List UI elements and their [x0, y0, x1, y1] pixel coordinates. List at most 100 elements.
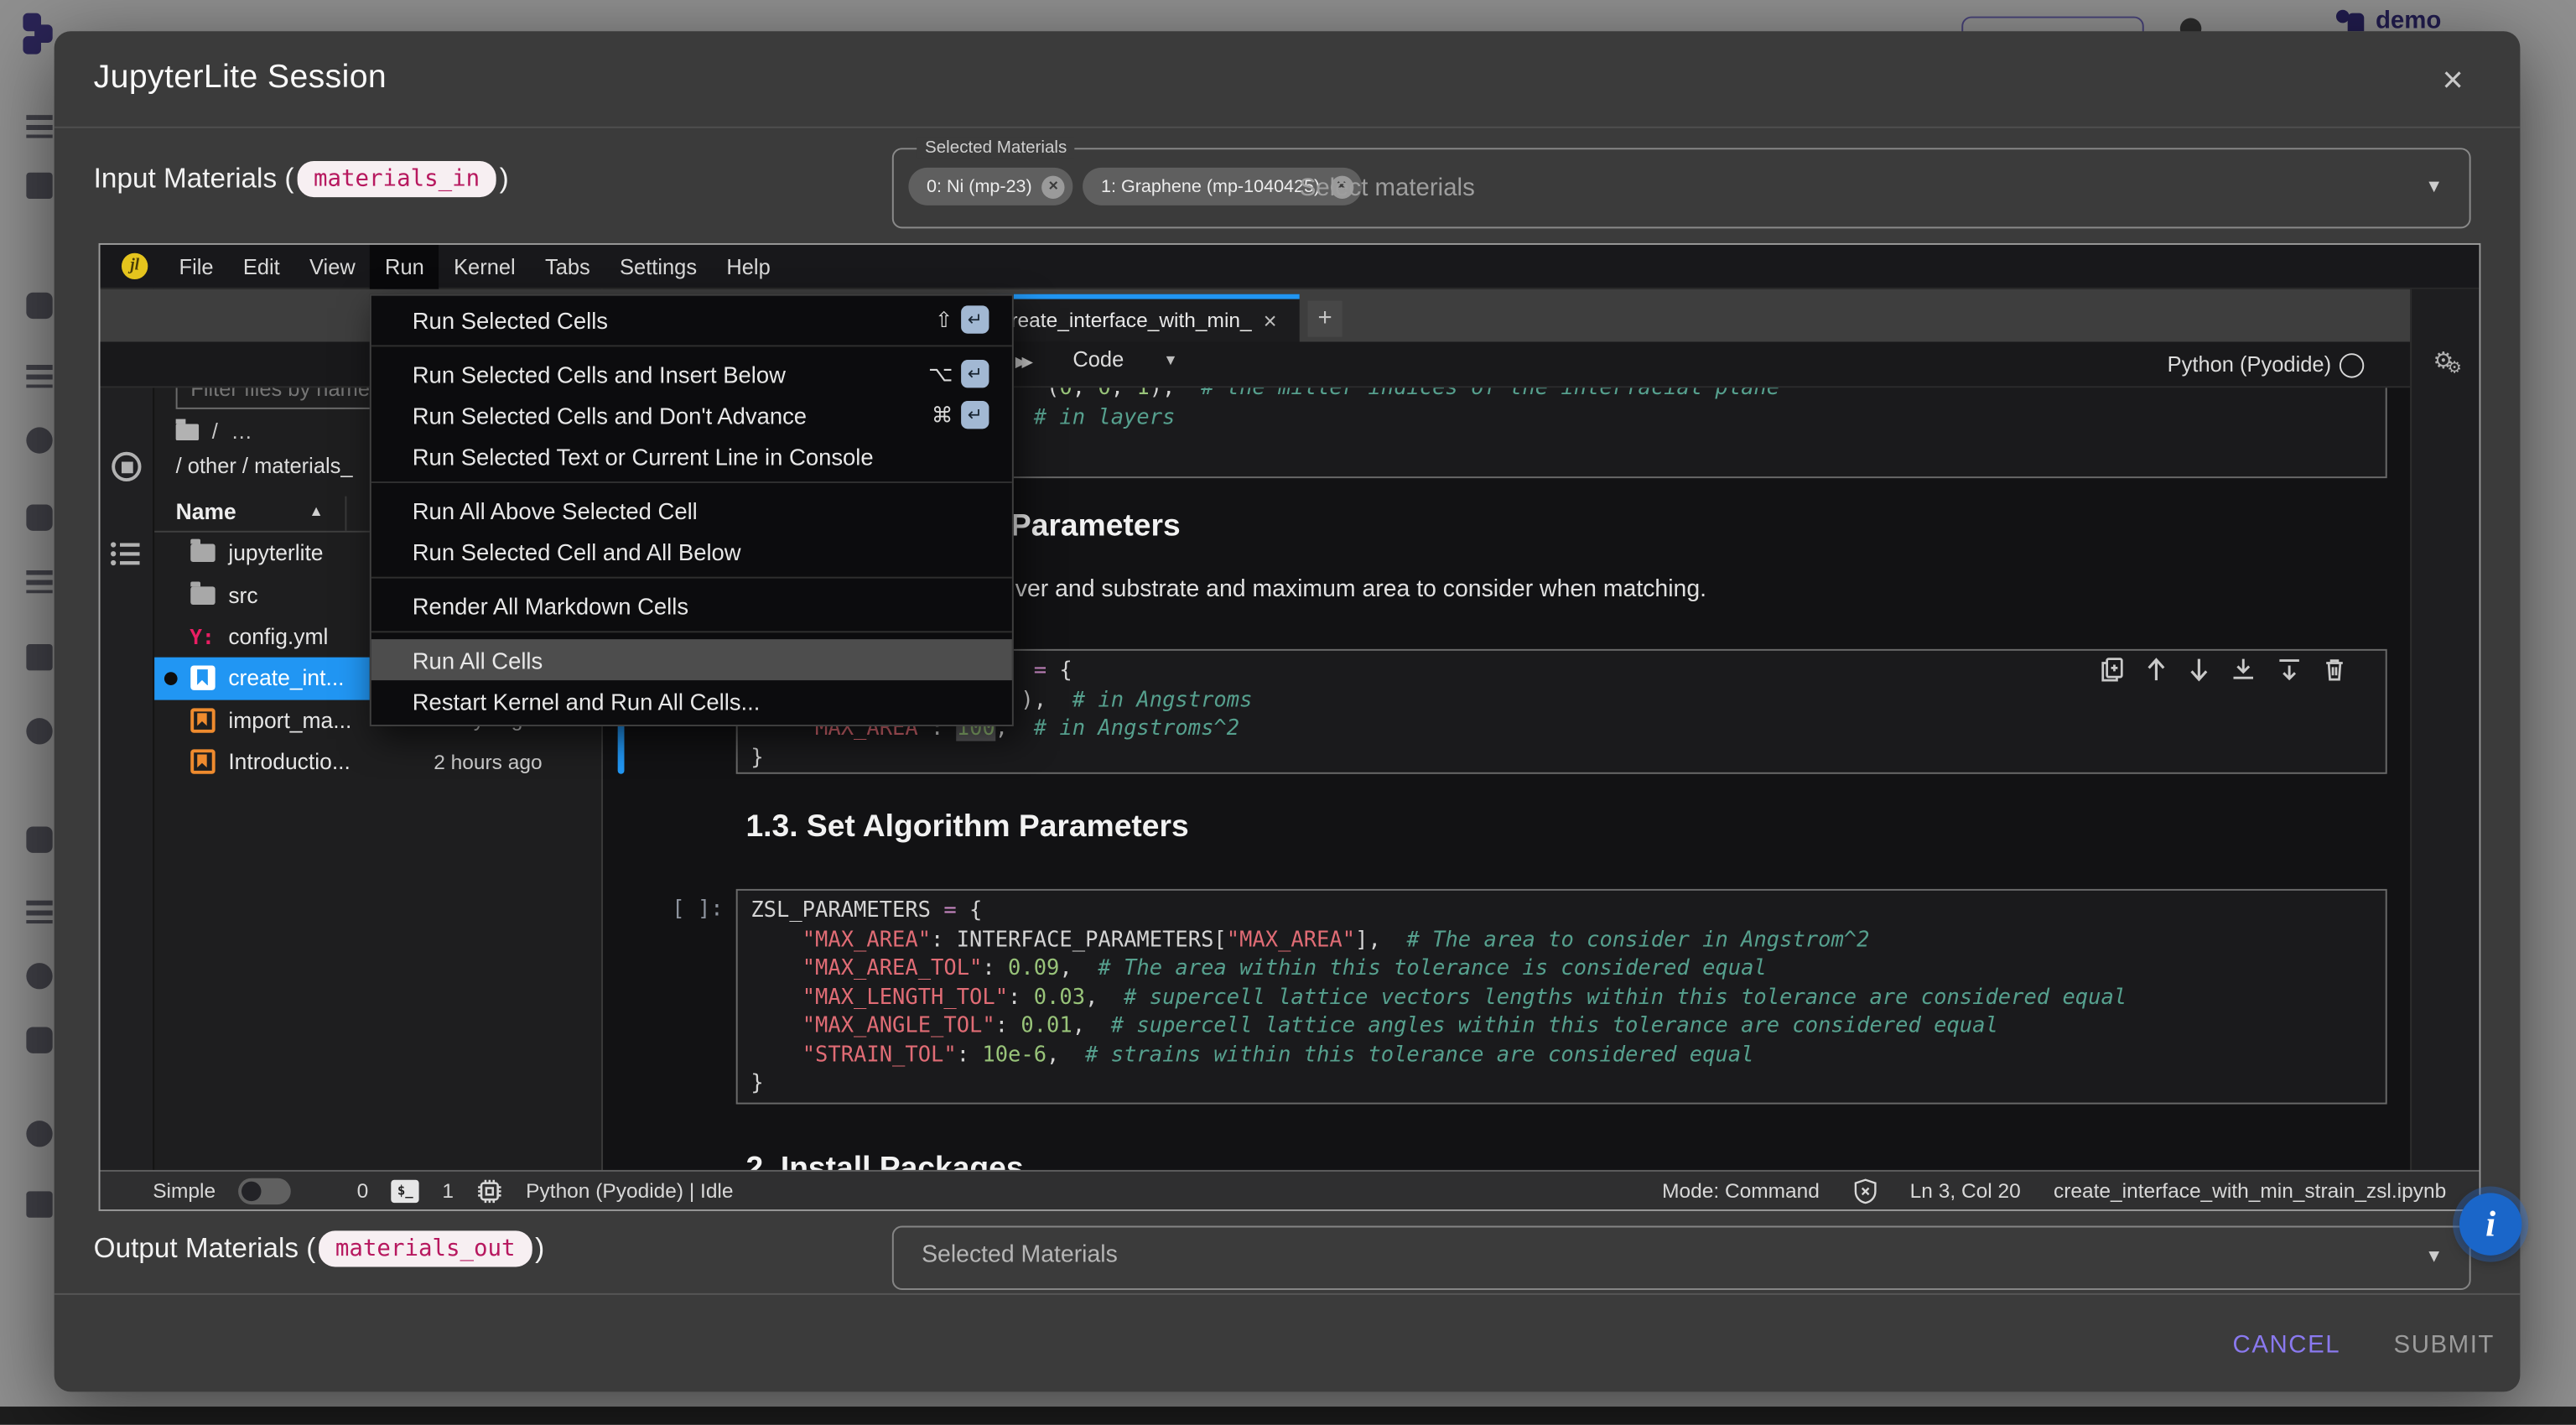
menu-shortcut: ⌘↵: [932, 401, 989, 429]
cell-type-dropdown[interactable]: Code▼: [1072, 346, 1177, 371]
menu-shortcut: ⌥↵: [928, 360, 989, 387]
user-label: demo: [2376, 7, 2441, 34]
folder-icon: [190, 586, 214, 605]
menu-item[interactable]: Run Selected Text or Current Line in Con…: [371, 435, 1012, 476]
app-sidebar-icon[interactable]: [26, 644, 52, 670]
breadcrumb-path[interactable]: / other / materials_: [176, 454, 353, 478]
notebook-file-icon: [190, 666, 214, 690]
close-tab-icon[interactable]: ×: [1264, 307, 1277, 333]
menubar-item-run[interactable]: Run: [370, 244, 439, 289]
remove-chip-icon[interactable]: ×: [1041, 175, 1064, 198]
app-sidebar-icon[interactable]: [26, 504, 52, 530]
menubar-item-settings[interactable]: Settings: [605, 244, 711, 289]
menubar-item-kernel[interactable]: Kernel: [439, 244, 530, 289]
notebook-file-icon: [190, 708, 214, 732]
menubar-item-file[interactable]: File: [164, 244, 228, 289]
app-sidebar-icon[interactable]: [26, 427, 52, 453]
notebook-file-icon: [190, 750, 214, 774]
kernel-status-icon[interactable]: [2340, 353, 2364, 377]
menubar-item-view[interactable]: View: [294, 244, 370, 289]
terminal-icon: $_: [392, 1180, 419, 1203]
table-of-contents-icon[interactable]: [110, 541, 141, 567]
submit-button[interactable]: SUBMIT: [2384, 1329, 2505, 1360]
kernel-name[interactable]: Python (Pyodide): [2168, 351, 2331, 376]
cancel-button[interactable]: CANCEL: [2223, 1329, 2350, 1360]
output-materials-placeholder: Selected Materials: [922, 1242, 1118, 1268]
markdown-heading-fragment: Parameters: [1010, 509, 1181, 545]
chevron-down-icon[interactable]: ▼: [2425, 178, 2443, 198]
file-name: Introductio...: [228, 750, 351, 774]
property-inspector-gears-icon[interactable]: ⚙⚙: [2433, 346, 2469, 376]
file-name: config.yml: [228, 624, 328, 648]
file-name: import_ma...: [228, 708, 351, 732]
simple-mode-label: Simple: [153, 1180, 216, 1203]
file-name: jupyterlite: [228, 541, 323, 565]
jupyterlite-session-dialog: JupyterLite Session × Input Materials (m…: [55, 31, 2521, 1391]
menubar-item-help[interactable]: Help: [712, 244, 786, 289]
app-sidebar-icon[interactable]: [26, 1191, 52, 1217]
input-materials-label: Input Materials (materials_in): [94, 161, 509, 197]
jupyterlab-frame: jl FileEditViewRunKernelTabsSettingsHelp…: [99, 243, 2481, 1211]
menu-item[interactable]: Run All Cells: [371, 639, 1012, 680]
output-materials-select[interactable]: Selected Materials ▼: [892, 1226, 2471, 1290]
menu-divider: [371, 626, 1012, 639]
kernel-chip-icon: [476, 1178, 502, 1204]
kernel-status-text[interactable]: Python (Pyodide) | Idle: [526, 1180, 733, 1203]
menubar-item-edit[interactable]: Edit: [228, 244, 294, 289]
menu-item[interactable]: Restart Kernel and Run All Cells...: [371, 680, 1012, 721]
running-dot-icon: [164, 672, 178, 685]
sort-ascending-icon: ▲: [309, 503, 323, 520]
app-sidebar-icon[interactable]: [26, 1027, 52, 1053]
trust-shield-icon[interactable]: [1852, 1178, 1877, 1204]
mode-indicator[interactable]: Mode: Command: [1662, 1180, 1820, 1203]
menubar-item-tabs[interactable]: Tabs: [530, 244, 605, 289]
info-button[interactable]: i: [2459, 1193, 2521, 1255]
menu-item[interactable]: Run Selected Cell and All Below: [371, 531, 1012, 572]
selected-materials-field[interactable]: Selected Materials 0: Ni (mp-23)×1: Grap…: [892, 148, 2471, 228]
app-sidebar-icon[interactable]: [26, 1121, 52, 1147]
move-cell-down-icon[interactable]: [2189, 658, 2210, 682]
insert-cell-above-icon[interactable]: [2231, 658, 2256, 682]
app-footer-strip: [0, 1407, 2576, 1425]
duplicate-cell-icon[interactable]: [2100, 658, 2124, 682]
terminals-count[interactable]: 0: [357, 1180, 369, 1203]
jupyterlite-icon: jl: [122, 253, 148, 279]
running-kernels-icon[interactable]: [112, 452, 141, 481]
insert-cell-below-icon[interactable]: [2277, 658, 2301, 682]
menu-item[interactable]: Run Selected Cells and Insert Below⌥↵: [371, 353, 1012, 394]
app-sidebar-icon[interactable]: [26, 963, 52, 989]
app-sidebar-icon[interactable]: [26, 718, 52, 744]
status-filename[interactable]: create_interface_with_min_strain_zsl.ipy…: [2054, 1180, 2446, 1203]
app-sidebar-icon[interactable]: [26, 293, 52, 319]
file-row[interactable]: Introductio...2 hours ago: [154, 741, 605, 783]
app-sidebar-icon[interactable]: [26, 826, 52, 852]
delete-cell-icon[interactable]: [2323, 658, 2345, 682]
divider: [55, 1293, 2521, 1295]
app-sidebar-icon[interactable]: [26, 115, 52, 138]
menu-item[interactable]: Run Selected Cells and Don't Advance⌘↵: [371, 394, 1012, 435]
app-sidebar-icon[interactable]: [26, 901, 52, 923]
move-cell-up-icon[interactable]: [2146, 658, 2167, 682]
code-cell[interactable]: ZSL_PARAMETERS = { "MAX_AREA": INTERFACE…: [736, 889, 2387, 1105]
breadcrumb[interactable]: / …: [176, 419, 252, 444]
material-chip[interactable]: 0: Ni (mp-23)×: [908, 168, 1072, 205]
user-menu[interactable]: demo: [2333, 7, 2441, 34]
app-sidebar-icon[interactable]: [26, 570, 52, 593]
new-tab-button[interactable]: +: [1308, 301, 1343, 337]
app-sidebar-icon[interactable]: [26, 173, 52, 199]
menu-item[interactable]: Run All Above Selected Cell: [371, 490, 1012, 531]
menu-divider: [371, 476, 1012, 490]
right-sidebar: [2410, 289, 2479, 1170]
app-sidebar-icon[interactable]: [26, 365, 52, 387]
run-all-icon[interactable]: ▶▶: [1015, 353, 1028, 372]
menu-item[interactable]: Run Selected Cells⇧↵: [371, 299, 1012, 341]
material-chip-label: 1: Graphene (mp-1040425): [1101, 177, 1320, 197]
select-materials-placeholder[interactable]: Select materials: [1300, 174, 1475, 202]
close-icon[interactable]: ×: [2430, 58, 2476, 104]
cell-toolbar: [2100, 658, 2346, 682]
tab-notebook[interactable]: create_interface_with_min_ ×: [987, 294, 1299, 342]
simple-mode-toggle[interactable]: [239, 1178, 292, 1204]
kernels-count[interactable]: 1: [442, 1180, 454, 1203]
menu-item[interactable]: Render All Markdown Cells: [371, 585, 1012, 626]
cursor-position[interactable]: Ln 3, Col 20: [1910, 1180, 2021, 1203]
